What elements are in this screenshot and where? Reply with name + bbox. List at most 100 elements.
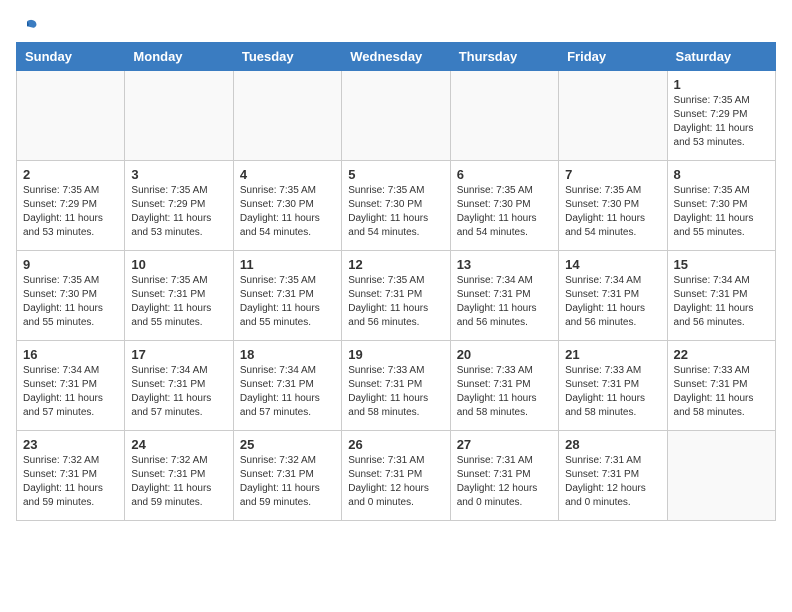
calendar-cell: 2 Sunrise: 7:35 AM Sunset: 7:29 PM Daylig… (17, 161, 125, 251)
calendar-cell: 4 Sunrise: 7:35 AM Sunset: 7:30 PM Daylig… (233, 161, 341, 251)
calendar-cell: 10 Sunrise: 7:35 AM Sunset: 7:31 PM Dayli… (125, 251, 233, 341)
day-info: Sunrise: 7:35 AM Sunset: 7:31 PM Dayligh… (131, 274, 226, 330)
day-number: 12 (348, 257, 443, 272)
calendar-week-row: 23 Sunrise: 7:32 AM Sunset: 7:31 PM Dayli… (17, 431, 776, 521)
day-number: 13 (457, 257, 552, 272)
calendar-cell: 20Sunrise: 7:33 AM Sunset: 7:31 PM Dayli… (450, 341, 558, 431)
day-number: 3 (131, 167, 226, 182)
day-number: 19 (348, 347, 443, 362)
day-info: Sunrise: 7:34 AM Sunset: 7:31 PM Dayligh… (565, 274, 660, 330)
calendar-cell: 9Sunrise: 7:35 AM Sunset: 7:30 PM Daylig… (17, 251, 125, 341)
logo (16, 16, 38, 34)
day-info: Sunrise: 7:35 AM Sunset: 7:30 PM Dayligh… (23, 274, 118, 330)
calendar-week-row: 1 Sunrise: 7:35 AM Sunset: 7:29 PM Daylig… (17, 71, 776, 161)
day-number: 4 (240, 167, 335, 182)
day-info: Sunrise: 7:31 AM Sunset: 7:31 PM Dayligh… (457, 454, 552, 510)
day-info: Sunrise: 7:35 AM Sunset: 7:30 PM Dayligh… (565, 184, 660, 240)
calendar-cell: 8 Sunrise: 7:35 AM Sunset: 7:30 PM Daylig… (667, 161, 775, 251)
weekday-header-sunday: Sunday (17, 43, 125, 71)
day-number: 1 (674, 77, 769, 92)
calendar-table: SundayMondayTuesdayWednesdayThursdayFrid… (16, 42, 776, 521)
calendar-cell (667, 431, 775, 521)
day-number: 8 (674, 167, 769, 182)
calendar-cell: 17 Sunrise: 7:34 AM Sunset: 7:31 PM Dayli… (125, 341, 233, 431)
day-number: 5 (348, 167, 443, 182)
calendar-week-row: 2 Sunrise: 7:35 AM Sunset: 7:29 PM Daylig… (17, 161, 776, 251)
day-info: Sunrise: 7:35 AM Sunset: 7:30 PM Dayligh… (348, 184, 443, 240)
calendar-cell: 13 Sunrise: 7:34 AM Sunset: 7:31 PM Dayli… (450, 251, 558, 341)
calendar-cell: 15Sunrise: 7:34 AM Sunset: 7:31 PM Dayli… (667, 251, 775, 341)
calendar-cell: 27 Sunrise: 7:31 AM Sunset: 7:31 PM Dayli… (450, 431, 558, 521)
day-info: Sunrise: 7:31 AM Sunset: 7:31 PM Dayligh… (565, 454, 660, 510)
day-info: Sunrise: 7:35 AM Sunset: 7:29 PM Dayligh… (674, 94, 769, 150)
day-info: Sunrise: 7:34 AM Sunset: 7:31 PM Dayligh… (23, 364, 118, 420)
calendar-cell: 11 Sunrise: 7:35 AM Sunset: 7:31 PM Dayli… (233, 251, 341, 341)
header-area (16, 16, 776, 34)
calendar-cell: 3 Sunrise: 7:35 AM Sunset: 7:29 PM Daylig… (125, 161, 233, 251)
calendar-cell: 7 Sunrise: 7:35 AM Sunset: 7:30 PM Daylig… (559, 161, 667, 251)
calendar-cell: 21Sunrise: 7:33 AM Sunset: 7:31 PM Dayli… (559, 341, 667, 431)
day-info: Sunrise: 7:34 AM Sunset: 7:31 PM Dayligh… (674, 274, 769, 330)
calendar-cell: 18 Sunrise: 7:34 AM Sunset: 7:31 PM Dayli… (233, 341, 341, 431)
day-number: 6 (457, 167, 552, 182)
day-number: 25 (240, 437, 335, 452)
day-info: Sunrise: 7:35 AM Sunset: 7:30 PM Dayligh… (674, 184, 769, 240)
day-info: Sunrise: 7:33 AM Sunset: 7:31 PM Dayligh… (348, 364, 443, 420)
calendar-cell (233, 71, 341, 161)
logo-bird-icon (16, 16, 38, 38)
day-number: 7 (565, 167, 660, 182)
day-number: 26 (348, 437, 443, 452)
calendar-cell: 14 Sunrise: 7:34 AM Sunset: 7:31 PM Dayli… (559, 251, 667, 341)
day-info: Sunrise: 7:35 AM Sunset: 7:31 PM Dayligh… (240, 274, 335, 330)
calendar-cell (125, 71, 233, 161)
day-info: Sunrise: 7:34 AM Sunset: 7:31 PM Dayligh… (457, 274, 552, 330)
day-info: Sunrise: 7:35 AM Sunset: 7:29 PM Dayligh… (131, 184, 226, 240)
day-number: 18 (240, 347, 335, 362)
day-info: Sunrise: 7:35 AM Sunset: 7:30 PM Dayligh… (240, 184, 335, 240)
day-number: 11 (240, 257, 335, 272)
calendar-cell (450, 71, 558, 161)
calendar-cell (17, 71, 125, 161)
day-number: 21 (565, 347, 660, 362)
day-number: 27 (457, 437, 552, 452)
weekday-header-friday: Friday (559, 43, 667, 71)
calendar-cell: 5 Sunrise: 7:35 AM Sunset: 7:30 PM Daylig… (342, 161, 450, 251)
day-info: Sunrise: 7:31 AM Sunset: 7:31 PM Dayligh… (348, 454, 443, 510)
day-number: 22 (674, 347, 769, 362)
weekday-header-row: SundayMondayTuesdayWednesdayThursdayFrid… (17, 43, 776, 71)
day-number: 24 (131, 437, 226, 452)
day-info: Sunrise: 7:32 AM Sunset: 7:31 PM Dayligh… (23, 454, 118, 510)
day-info: Sunrise: 7:34 AM Sunset: 7:31 PM Dayligh… (131, 364, 226, 420)
calendar-cell: 23 Sunrise: 7:32 AM Sunset: 7:31 PM Dayli… (17, 431, 125, 521)
weekday-header-tuesday: Tuesday (233, 43, 341, 71)
weekday-header-wednesday: Wednesday (342, 43, 450, 71)
calendar-cell: 6 Sunrise: 7:35 AM Sunset: 7:30 PM Daylig… (450, 161, 558, 251)
day-number: 17 (131, 347, 226, 362)
calendar-cell: 25 Sunrise: 7:32 AM Sunset: 7:31 PM Dayli… (233, 431, 341, 521)
day-number: 2 (23, 167, 118, 182)
day-number: 14 (565, 257, 660, 272)
calendar-cell (342, 71, 450, 161)
weekday-header-saturday: Saturday (667, 43, 775, 71)
day-info: Sunrise: 7:33 AM Sunset: 7:31 PM Dayligh… (674, 364, 769, 420)
day-info: Sunrise: 7:32 AM Sunset: 7:31 PM Dayligh… (131, 454, 226, 510)
weekday-header-monday: Monday (125, 43, 233, 71)
calendar-cell: 16 Sunrise: 7:34 AM Sunset: 7:31 PM Dayli… (17, 341, 125, 431)
day-info: Sunrise: 7:35 AM Sunset: 7:29 PM Dayligh… (23, 184, 118, 240)
day-number: 16 (23, 347, 118, 362)
day-info: Sunrise: 7:35 AM Sunset: 7:31 PM Dayligh… (348, 274, 443, 330)
day-number: 20 (457, 347, 552, 362)
calendar-cell (559, 71, 667, 161)
calendar-cell: 19 Sunrise: 7:33 AM Sunset: 7:31 PM Dayli… (342, 341, 450, 431)
calendar-cell: 12 Sunrise: 7:35 AM Sunset: 7:31 PM Dayli… (342, 251, 450, 341)
day-info: Sunrise: 7:32 AM Sunset: 7:31 PM Dayligh… (240, 454, 335, 510)
day-info: Sunrise: 7:34 AM Sunset: 7:31 PM Dayligh… (240, 364, 335, 420)
calendar-cell: 26 Sunrise: 7:31 AM Sunset: 7:31 PM Dayli… (342, 431, 450, 521)
day-number: 10 (131, 257, 226, 272)
day-info: Sunrise: 7:35 AM Sunset: 7:30 PM Dayligh… (457, 184, 552, 240)
weekday-header-thursday: Thursday (450, 43, 558, 71)
calendar-cell: 22 Sunrise: 7:33 AM Sunset: 7:31 PM Dayli… (667, 341, 775, 431)
day-number: 23 (23, 437, 118, 452)
calendar-week-row: 9Sunrise: 7:35 AM Sunset: 7:30 PM Daylig… (17, 251, 776, 341)
day-number: 28 (565, 437, 660, 452)
